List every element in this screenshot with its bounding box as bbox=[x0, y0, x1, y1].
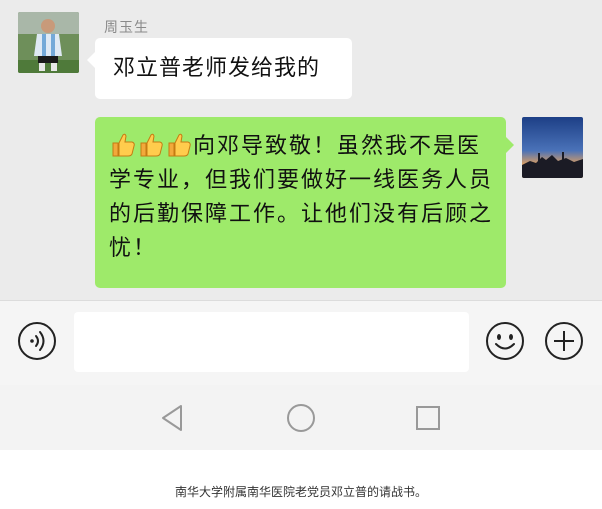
nav-recent-button[interactable] bbox=[414, 404, 442, 432]
incoming-message-bubble[interactable]: 邓立普老师发给我的 bbox=[87, 38, 352, 99]
sender-avatar[interactable] bbox=[18, 12, 79, 73]
message-input[interactable] bbox=[74, 312, 469, 372]
incoming-message-text: 邓立普老师发给我的 bbox=[113, 56, 321, 81]
thumbs-up-icon bbox=[137, 133, 165, 159]
emoji-icon bbox=[486, 322, 524, 360]
emoji-button[interactable] bbox=[485, 321, 525, 361]
thumbs-up-icon bbox=[109, 133, 137, 159]
nav-back-icon bbox=[162, 405, 182, 431]
outgoing-message-bubble[interactable]: 向邓导致敬！虽然我不是医学专业，但我们要做好一线医务人员的后勤保障工作。让他们没… bbox=[95, 117, 514, 288]
plus-icon bbox=[545, 322, 583, 360]
nav-home-button[interactable] bbox=[286, 403, 316, 433]
nav-home-icon bbox=[287, 404, 315, 432]
football-player-avatar-icon bbox=[18, 12, 79, 73]
add-button[interactable] bbox=[544, 321, 584, 361]
nav-recent-icon bbox=[416, 406, 440, 430]
self-avatar[interactable] bbox=[522, 117, 583, 178]
image-caption: 南华大学附属南华医院老党员邓立普的请战书。 bbox=[174, 485, 427, 499]
sender-name: 周玉生 bbox=[104, 20, 149, 36]
chat-area: 周玉生 邓立普老师发给我的 向邓导致敬！虽然我不是医学专业，但我们要做好一线医务… bbox=[0, 0, 602, 300]
sunset-avatar-icon bbox=[522, 117, 583, 178]
thumbs-up-icon bbox=[165, 133, 193, 159]
voice-icon bbox=[18, 322, 56, 360]
navigation-bar bbox=[0, 385, 602, 450]
nav-back-button[interactable] bbox=[158, 403, 186, 433]
voice-button[interactable] bbox=[17, 321, 57, 361]
input-bar bbox=[0, 300, 602, 385]
